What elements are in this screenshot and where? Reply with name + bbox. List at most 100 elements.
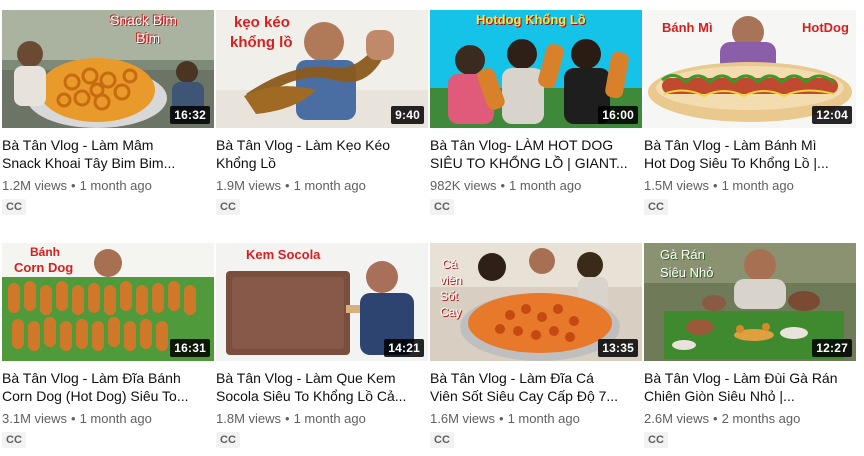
view-count: 1.2M views [2, 178, 68, 193]
video-title-line: Viên Sốt Siêu Cay Cấp Độ 7... [430, 388, 619, 404]
meta-separator: • [71, 411, 76, 426]
cc-badge: CC [2, 199, 26, 215]
cc-badge: CC [430, 199, 454, 215]
duration-badge: 16:00 [598, 106, 638, 124]
video-title[interactable]: Bà Tân Vlog - Làm Mâm Snack Khoai Tây Bi… [2, 136, 214, 172]
video-card[interactable]: Bánh Mì HotDog 12:04 Bà Tân Vlog - Làm B… [644, 10, 856, 215]
video-card[interactable]: Snack Bim Bim 16:32 Bà Tân Vlog - Làm Mâ… [2, 10, 214, 215]
video-card[interactable]: Hotdog Khổng Lồ 16:00 Bà Tân Vlog- LÀM H… [430, 10, 642, 215]
video-card[interactable]: Bánh Corn Dog 16:31 Bà Tân Vlog - Làm Đĩ… [2, 243, 214, 448]
duration-badge: 16:31 [170, 339, 210, 357]
video-thumbnail[interactable]: Hotdog Khổng Lồ 16:00 [430, 10, 642, 128]
thumbnail-caption: Snack Bim [110, 12, 177, 28]
meta-separator: • [713, 411, 718, 426]
video-meta: 1.2M views • 1 month ago [2, 177, 214, 195]
upload-age: 1 month ago [293, 178, 366, 193]
video-title[interactable]: Bà Tân Vlog - Làm Đĩa Cá Viên Sốt Siêu C… [430, 369, 642, 405]
upload-age: 1 month ago [507, 411, 580, 426]
cc-badge: CC [644, 432, 668, 448]
video-title[interactable]: Bà Tân Vlog - Làm Kẹo Kéo Khổng Lồ [216, 136, 428, 172]
thumbnail-caption: Hotdog Khổng Lồ [476, 12, 586, 27]
video-title-line: Bà Tân Vlog- LÀM HOT DOG [430, 137, 614, 153]
thumbnail-caption: Bim [136, 30, 161, 46]
video-meta: 1.9M views • 1 month ago [216, 177, 428, 195]
cc-badge: CC [2, 432, 26, 448]
meta-separator: • [499, 411, 504, 426]
video-title-line: Bà Tân Vlog - Làm Đĩa Cá [430, 370, 594, 386]
thumbnail-caption: Bánh [30, 245, 60, 259]
video-title-line: Corn Dog (Hot Dog) Siêu To... [2, 388, 189, 404]
duration-badge: 12:04 [812, 106, 852, 124]
video-title-line: Chiên Giòn Siêu Nhỏ |... [644, 388, 795, 404]
video-thumbnail[interactable]: Snack Bim Bim 16:32 [2, 10, 214, 128]
video-meta: 2.6M views • 2 months ago [644, 410, 856, 428]
duration-badge: 12:27 [812, 339, 852, 357]
duration-badge: 16:32 [170, 106, 210, 124]
view-count: 1.9M views [216, 178, 282, 193]
duration-badge: 13:35 [598, 339, 638, 357]
thumbnail-caption: Cá [442, 257, 458, 271]
cc-badge: CC [644, 199, 668, 215]
video-thumbnail[interactable]: Bánh Corn Dog 16:31 [2, 243, 214, 361]
video-card[interactable]: kẹo kéo khổng lồ 9:40 Bà Tân Vlog - Làm … [216, 10, 428, 215]
meta-separator: • [71, 178, 76, 193]
video-title-line: Bà Tân Vlog - Làm Đùi Gà Rán [644, 370, 838, 386]
upload-age: 1 month ago [293, 411, 366, 426]
video-meta: 1.6M views • 1 month ago [430, 410, 642, 428]
video-title[interactable]: Bà Tân Vlog - Làm Đĩa Bánh Corn Dog (Hot… [2, 369, 214, 405]
upload-age: 1 month ago [721, 178, 794, 193]
video-title[interactable]: Bà Tân Vlog - Làm Bánh Mì Hot Dog Siêu T… [644, 136, 856, 172]
video-thumbnail[interactable]: kẹo kéo khổng lồ 9:40 [216, 10, 428, 128]
thumbnail-caption: khổng lồ [230, 34, 293, 51]
upload-age: 1 month ago [79, 411, 152, 426]
view-count: 3.1M views [2, 411, 68, 426]
video-thumbnail[interactable]: Kem Socola 14:21 [216, 243, 428, 361]
video-card[interactable]: Kem Socola 14:21 Bà Tân Vlog - Làm Que K… [216, 243, 428, 448]
view-count: 2.6M views [644, 411, 710, 426]
view-count: 1.8M views [216, 411, 282, 426]
video-thumbnail[interactable]: Bánh Mì HotDog 12:04 [644, 10, 856, 128]
video-title-line: Bà Tân Vlog - Làm Đĩa Bánh [2, 370, 181, 386]
thumbnail-caption: HotDog [802, 20, 849, 35]
video-title-line: Bà Tân Vlog - Làm Kẹo Kéo [216, 137, 391, 153]
video-thumbnail[interactable]: Gà Rán Siêu Nhỏ 12:27 [644, 243, 856, 361]
meta-separator: • [500, 178, 506, 193]
video-title[interactable]: Bà Tân Vlog - Làm Que Kem Socola Siêu To… [216, 369, 428, 405]
thumbnail-caption: Corn Dog [14, 260, 74, 275]
thumbnail-caption: Cay [440, 305, 462, 319]
thumbnail-caption: kẹo kéo [234, 14, 290, 31]
video-title-line: Socola Siêu To Khổng Lồ Cả... [216, 388, 407, 404]
cc-badge: CC [216, 432, 240, 448]
video-title-line: Bà Tân Vlog - Làm Que Kem [216, 370, 396, 386]
cc-badge: CC [216, 199, 240, 215]
video-meta: 1.8M views • 1 month ago [216, 410, 428, 428]
video-title[interactable]: Bà Tân Vlog- LÀM HOT DOG SIÊU TO KHỔNG L… [430, 136, 642, 172]
thumbnail-caption: Sốt [440, 289, 459, 303]
video-title-line: Snack Khoai Tây Bim Bim... [2, 155, 176, 171]
video-title-line: Bà Tân Vlog - Làm Mâm [2, 137, 154, 153]
video-title-line: Hot Dog Siêu To Khổng Lồ |... [644, 155, 829, 171]
thumbnail-caption: Bánh Mì [662, 20, 713, 35]
video-title[interactable]: Bà Tân Vlog - Làm Đùi Gà Rán Chiên Giòn … [644, 369, 856, 405]
meta-separator: • [285, 411, 290, 426]
thumbnail-caption: Gà Rán [660, 247, 705, 262]
video-card[interactable]: Cá viên Sốt Cay 13:35 Bà Tân Vlog - Làm … [430, 243, 642, 448]
upload-age: 1 month ago [509, 178, 582, 193]
thumbnail-caption: Siêu Nhỏ [660, 265, 714, 280]
video-card[interactable]: Gà Rán Siêu Nhỏ 12:27 Bà Tân Vlog - Làm … [644, 243, 856, 448]
video-title-line: Khổng Lồ [216, 155, 276, 171]
upload-age: 1 month ago [79, 178, 152, 193]
video-meta: 982K views • 1 month ago [430, 177, 642, 195]
view-count: 982K views [430, 178, 497, 193]
video-meta: 1.5M views • 1 month ago [644, 177, 856, 195]
video-meta: 3.1M views • 1 month ago [2, 410, 214, 428]
thumbnail-caption: viên [440, 273, 463, 287]
view-count: 1.5M views [644, 178, 710, 193]
video-thumbnail[interactable]: Cá viên Sốt Cay 13:35 [430, 243, 642, 361]
meta-separator: • [713, 178, 718, 193]
meta-separator: • [285, 178, 290, 193]
upload-age: 2 months ago [721, 411, 801, 426]
duration-badge: 14:21 [384, 339, 424, 357]
video-title-line: Bà Tân Vlog - Làm Bánh Mì [644, 137, 817, 153]
view-count: 1.6M views [430, 411, 496, 426]
